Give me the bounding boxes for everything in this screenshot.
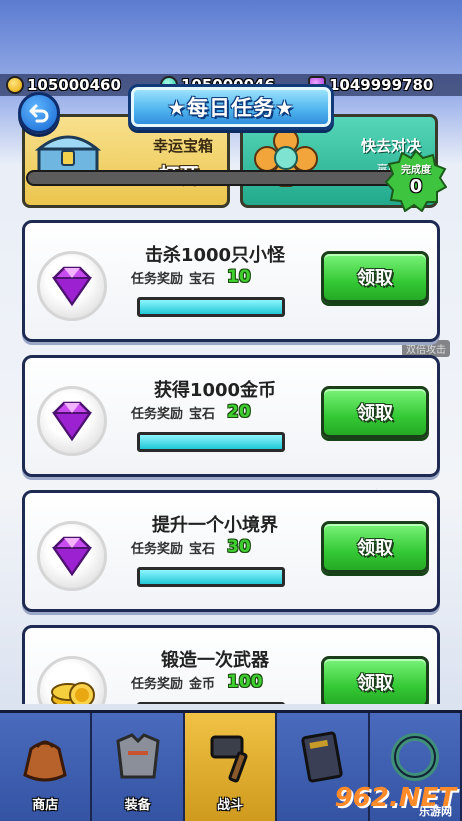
back-button[interactable]: [18, 92, 60, 134]
claim-button[interactable]: 领取: [321, 386, 429, 438]
claim-button[interactable]: 领取: [321, 251, 429, 303]
completion-badge: 完成度 0: [385, 150, 447, 212]
task-reward: 任务奖励 宝石 30: [131, 537, 251, 557]
coin-stack-icon: [51, 682, 95, 704]
watermark-subtitle: 乐游网: [419, 805, 452, 818]
coin-icon: [6, 76, 24, 94]
reward-type: 宝石: [189, 406, 216, 422]
claim-button-label: 领取: [357, 538, 393, 559]
reward-label: 任务奖励: [131, 406, 184, 422]
reward-amount: 20: [227, 402, 251, 422]
currency-coin: 105000460: [6, 74, 121, 96]
page-title: ★每日任务★: [167, 96, 295, 120]
reward-icon-frame: [37, 386, 107, 456]
task-card: 锻造一次武器 任务奖励 金币 100 领取: [22, 625, 440, 704]
claim-button-label: 领取: [357, 673, 393, 694]
reward-type: 宝石: [189, 271, 216, 287]
nav-label: 战斗: [216, 798, 243, 813]
claim-button[interactable]: 领取: [321, 521, 429, 573]
claim-button[interactable]: 领取: [321, 656, 429, 704]
back-arrow-icon: [29, 104, 49, 123]
gem-icon: [52, 266, 92, 307]
reward-amount: 100: [227, 672, 263, 692]
task-reward: 任务奖励 宝石 20: [131, 402, 251, 422]
task-title: 获得1000金币: [153, 380, 277, 401]
task-progress-bar: [137, 432, 285, 452]
gem-icon: [52, 401, 92, 442]
nav-tab-equipment[interactable]: 装备: [92, 713, 185, 821]
reward-label: 任务奖励: [131, 676, 184, 692]
reward-icon-frame: [37, 251, 107, 321]
completion-value: 0: [409, 176, 423, 197]
task-progress-bar: [137, 567, 285, 587]
book-icon: [301, 731, 343, 783]
task-title: 提升一个小境界: [152, 515, 278, 536]
nav-label: 装备: [124, 798, 151, 813]
reward-type: 宝石: [189, 541, 216, 557]
task-reward: 任务奖励 金币 100: [131, 672, 263, 692]
claim-button-label: 领取: [357, 268, 393, 289]
reward-amount: 30: [227, 537, 251, 557]
reward-icon-frame: [37, 656, 107, 704]
task-title: 锻造一次武器: [161, 650, 269, 671]
nav-tab-battle[interactable]: 战斗: [184, 713, 278, 821]
bag-icon: [23, 740, 67, 782]
reward-amount: 10: [227, 267, 251, 287]
reward-type: 金币: [189, 676, 216, 692]
task-progress-fill: [140, 435, 282, 449]
task-card: 获得1000金币 任务奖励 宝石 20 领取: [22, 355, 440, 477]
task-progress-bar: [137, 702, 285, 704]
reward-label: 任务奖励: [131, 271, 184, 287]
hammer-icon: [210, 735, 248, 783]
task-progress-fill: [140, 570, 282, 584]
gem-icon: [52, 536, 92, 577]
task-list[interactable]: 击杀1000只小怪 任务奖励 宝石 10 领取 获得1000金币 任务奖励 宝石…: [0, 214, 462, 704]
nav-tab-shop[interactable]: 商店: [0, 713, 93, 821]
task-title: 击杀1000只小怪: [144, 245, 286, 266]
page-title-banner: ★每日任务★: [128, 84, 334, 130]
bottom-nav: 商店 装备 战斗 962.NET 乐游网: [0, 710, 462, 821]
reward-icon-frame: [37, 521, 107, 591]
task-card: 提升一个小境界 任务奖励 宝石 30 领取: [22, 490, 440, 612]
task-progress-bar: [137, 297, 285, 317]
overall-progress-bar: [26, 170, 422, 186]
reward-label: 任务奖励: [131, 541, 184, 557]
task-progress-fill: [140, 300, 282, 314]
claim-button-label: 领取: [357, 403, 393, 424]
gem-amount: 1049999780: [329, 76, 434, 94]
task-reward: 任务奖励 宝石 10: [131, 267, 251, 287]
task-card: 击杀1000只小怪 任务奖励 宝石 10 领取: [22, 220, 440, 342]
completion-label: 完成度: [401, 165, 431, 176]
lucky-box-title: 幸运宝箱: [152, 137, 213, 155]
armor-icon: [115, 733, 160, 779]
dragon-icon: [390, 733, 439, 781]
nav-label: 商店: [32, 798, 59, 813]
